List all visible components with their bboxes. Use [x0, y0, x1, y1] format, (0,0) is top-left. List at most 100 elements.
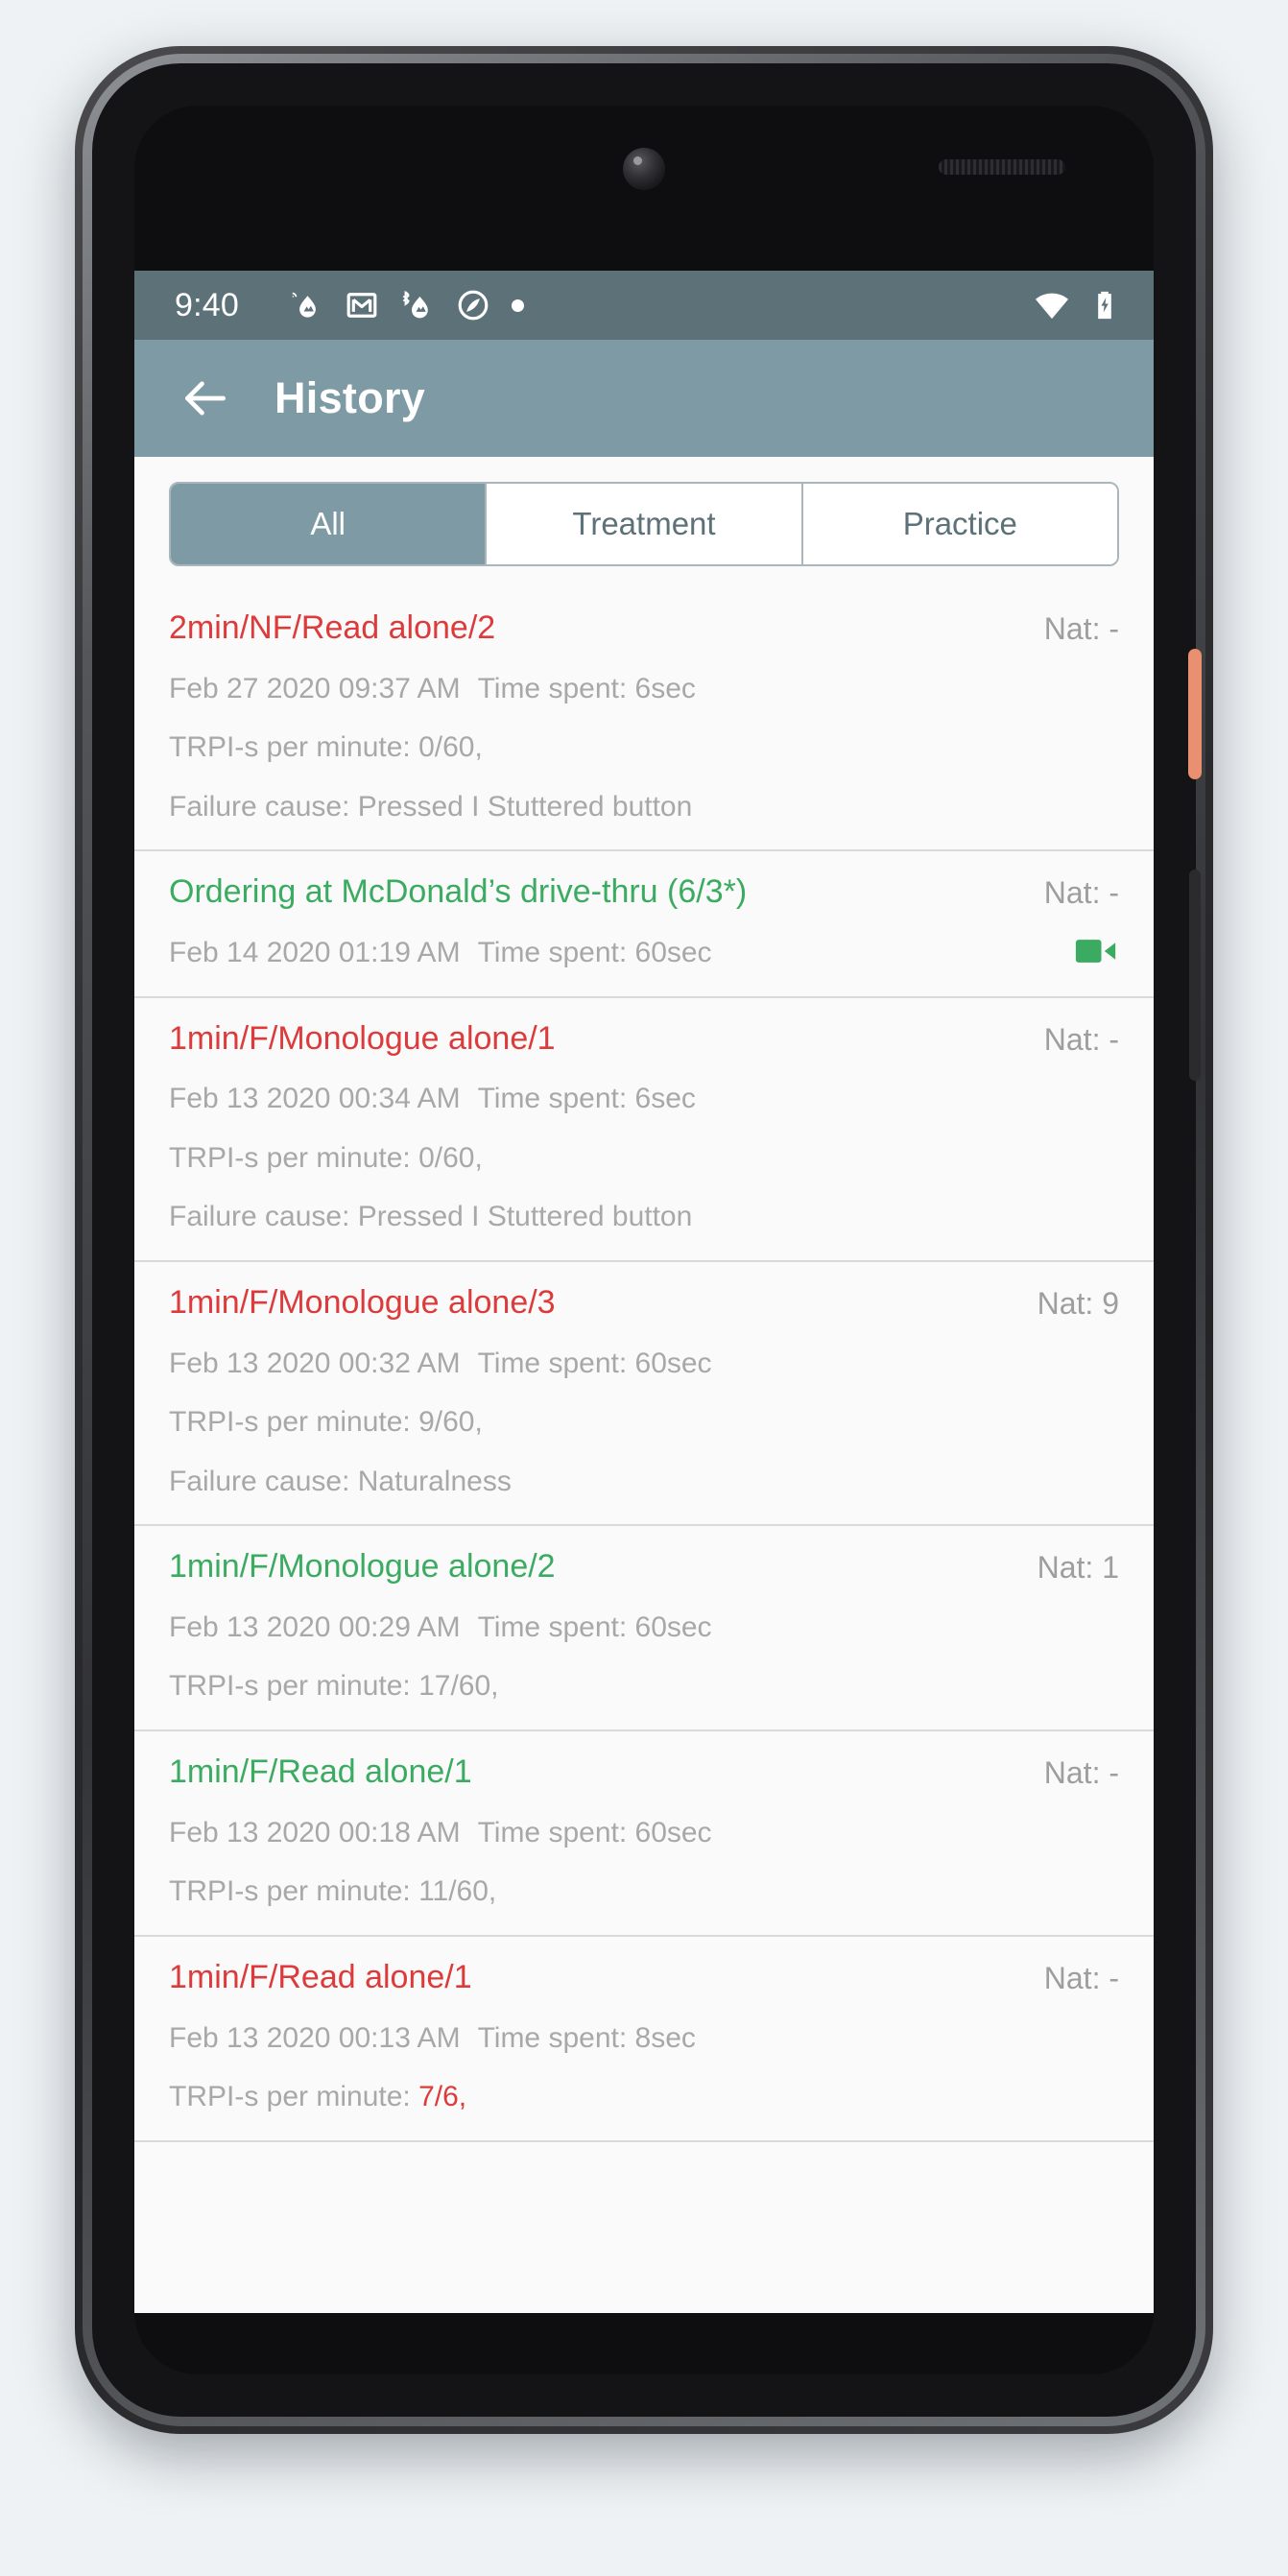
trpi-label: TRPI-s per minute:: [169, 2081, 419, 2113]
list-item-header: 1min/F/Monologue alone/1 Nat: -: [169, 1019, 1119, 1059]
phone-device-frame: 9:40 History All Treatment Practice 2min…: [75, 46, 1213, 2434]
list-item-date: Feb 13 2020 00:13 AM: [169, 2021, 461, 2054]
power-button[interactable]: [1188, 649, 1202, 779]
page-title: History: [274, 373, 426, 422]
status-bar-left: 9:40: [175, 287, 1033, 324]
front-camera-icon: [623, 148, 665, 190]
list-item-naturalness: Nat: -: [1043, 1021, 1119, 1057]
list-item-time-spent: Time spent: 8sec: [477, 2021, 696, 2054]
list-item-naturalness: Nat: -: [1043, 875, 1119, 911]
tab-bar-container: All Treatment Practice: [134, 457, 1154, 587]
list-item-trpi: TRPI-s per minute: 9/60,: [169, 1404, 1119, 1441]
trpi-label: TRPI-s per minute:: [169, 1875, 419, 1908]
list-item-failure-cause: Failure cause: Naturalness: [169, 1465, 512, 1497]
list-item-trpi: TRPI-s per minute: 0/60,: [169, 1140, 1119, 1177]
list-item-title: 1min/F/Monologue alone/1: [169, 1019, 556, 1057]
tab-bar: All Treatment Practice: [169, 482, 1119, 566]
list-item[interactable]: 1min/F/Read alone/1 Nat: - Feb 13 2020 00:…: [134, 1937, 1154, 2142]
wifi-icon: [1036, 293, 1068, 320]
earpiece-speaker: [939, 159, 1065, 175]
list-item-time-spent: Time spent: 6sec: [477, 672, 696, 704]
trpi-value: 7/6,: [418, 2081, 467, 2113]
list-item[interactable]: 1min/F/Monologue alone/3 Nat: 9 Feb 13 202…: [134, 1262, 1154, 1527]
screenshot-root: 9:40 History All Treatment Practice 2min…: [0, 0, 1288, 2576]
status-bar-clock: 9:40: [175, 286, 239, 323]
tab-practice-label: Practice: [902, 506, 1017, 541]
list-item-meta: Feb 27 2020 09:37 AM Time spent: 6sec: [169, 671, 1119, 707]
list-item[interactable]: Ordering at McDonald’s drive-thru (6/3*)…: [134, 851, 1154, 998]
list-item-header: 1min/F/Read alone/1 Nat: -: [169, 1753, 1119, 1792]
trpi-label: TRPI-s per minute:: [169, 731, 419, 764]
list-item-date: Feb 13 2020 00:34 AM: [169, 1083, 461, 1115]
status-bar-right: [1033, 286, 1121, 324]
list-item-meta: Feb 13 2020 00:29 AM Time spent: 60sec: [169, 1610, 1119, 1646]
list-item-title: 1min/F/Monologue alone/2: [169, 1548, 556, 1586]
list-item[interactable]: 1min/F/Read alone/1 Nat: - Feb 13 2020 00:…: [134, 1731, 1154, 1937]
list-item-trpi: TRPI-s per minute: 17/60,: [169, 1668, 1119, 1705]
tab-treatment-label: Treatment: [572, 506, 716, 541]
app-bar: History: [134, 340, 1154, 457]
list-item-meta: Feb 13 2020 00:32 AM Time spent: 60sec: [169, 1346, 1119, 1382]
android-auto-icon: [458, 290, 489, 321]
list-item-meta: Feb 13 2020 00:34 AM Time spent: 6sec: [169, 1081, 1119, 1117]
bluetooth-drop-icon: [402, 290, 428, 319]
list-item-failure-cause: Failure cause: Pressed I Stuttered butto…: [169, 790, 693, 823]
history-list[interactable]: 2min/NF/Read alone/2 Nat: - Feb 27 2020 09…: [134, 587, 1154, 2142]
phone-bezel: 9:40 History All Treatment Practice 2min…: [92, 63, 1202, 2417]
list-item-header: 1min/F/Read alone/1 Nat: -: [169, 1958, 1119, 1997]
content-area: All Treatment Practice 2min/NF/Read alon…: [134, 457, 1154, 2313]
list-item[interactable]: 2min/NF/Read alone/2 Nat: - Feb 27 2020 09…: [134, 587, 1154, 852]
list-item-time-spent: Time spent: 60sec: [477, 1610, 712, 1643]
phone-screen: 9:40 History All Treatment Practice 2min…: [134, 106, 1154, 2374]
tab-all[interactable]: All: [171, 484, 488, 564]
list-item-header: 1min/F/Monologue alone/2 Nat: 1: [169, 1547, 1119, 1586]
trpi-value: 0/60,: [418, 731, 483, 764]
dot-icon: [511, 298, 524, 312]
trpi-value: 11/60,: [418, 1875, 497, 1908]
list-item-date: Feb 14 2020 01:19 AM: [169, 937, 461, 969]
list-item-date: Feb 13 2020 00:32 AM: [169, 1347, 461, 1379]
list-item-title: Ordering at McDonald’s drive-thru (6/3*): [169, 873, 748, 911]
list-item-meta: Feb 14 2020 01:19 AM Time spent: 60sec: [169, 935, 1119, 971]
list-item-trpi: TRPI-s per minute: 0/60,: [169, 729, 1119, 766]
list-item-header: 2min/NF/Read alone/2 Nat: -: [169, 608, 1119, 648]
battery-charging-icon: [1098, 291, 1111, 320]
status-bar: 9:40: [134, 271, 1154, 340]
list-item-naturalness: Nat: 1: [1037, 1550, 1119, 1586]
list-item-meta: Feb 13 2020 00:18 AM Time spent: 60sec: [169, 1815, 1119, 1851]
list-item-meta: Feb 13 2020 00:13 AM Time spent: 8sec: [169, 2020, 1119, 2057]
list-item-title: 1min/F/Monologue alone/3: [169, 1283, 556, 1321]
list-item-date: Feb 13 2020 00:29 AM: [169, 1610, 461, 1643]
list-item-time-spent: Time spent: 60sec: [477, 1347, 712, 1379]
list-item-trpi: TRPI-s per minute: 7/6,: [169, 2079, 1119, 2115]
list-item-title: 1min/F/Read alone/1: [169, 1958, 472, 1995]
video-camera-icon[interactable]: [1075, 936, 1117, 971]
list-item-naturalness: Nat: -: [1043, 1754, 1119, 1790]
back-button[interactable]: [175, 368, 236, 429]
list-item-date: Feb 13 2020 00:18 AM: [169, 1816, 461, 1849]
list-item-header: Ordering at McDonald’s drive-thru (6/3*)…: [169, 872, 1119, 912]
tab-all-label: All: [310, 506, 346, 541]
volume-button[interactable]: [1189, 870, 1201, 1081]
trpi-label: TRPI-s per minute:: [169, 1670, 419, 1703]
list-item-header: 1min/F/Monologue alone/3 Nat: 9: [169, 1283, 1119, 1323]
list-item-title: 1min/F/Read alone/1: [169, 1753, 472, 1790]
list-item-date: Feb 27 2020 09:37 AM: [169, 672, 461, 704]
trpi-label: TRPI-s per minute:: [169, 1406, 419, 1439]
trpi-label: TRPI-s per minute:: [169, 1141, 419, 1174]
list-item-time-spent: Time spent: 60sec: [477, 1816, 712, 1849]
tab-practice[interactable]: Practice: [802, 484, 1117, 564]
trpi-value: 17/60,: [418, 1670, 499, 1703]
list-item[interactable]: 1min/F/Monologue alone/2 Nat: 1 Feb 13 202…: [134, 1526, 1154, 1731]
gmail-icon: [346, 293, 377, 318]
list-item-time-spent: Time spent: 60sec: [477, 937, 712, 969]
screen-bottom-area: [134, 2313, 1154, 2374]
tab-treatment[interactable]: Treatment: [487, 484, 803, 564]
trpi-value: 0/60,: [418, 1141, 483, 1174]
list-item-naturalness: Nat: -: [1043, 611, 1119, 646]
list-item-time-spent: Time spent: 6sec: [477, 1083, 696, 1115]
trpi-value: 9/60,: [418, 1406, 483, 1439]
list-item-title: 2min/NF/Read alone/2: [169, 609, 496, 646]
list-item[interactable]: 1min/F/Monologue alone/1 Nat: - Feb 13 202…: [134, 998, 1154, 1262]
list-item-failure-cause: Failure cause: Pressed I Stuttered butto…: [169, 1201, 693, 1233]
